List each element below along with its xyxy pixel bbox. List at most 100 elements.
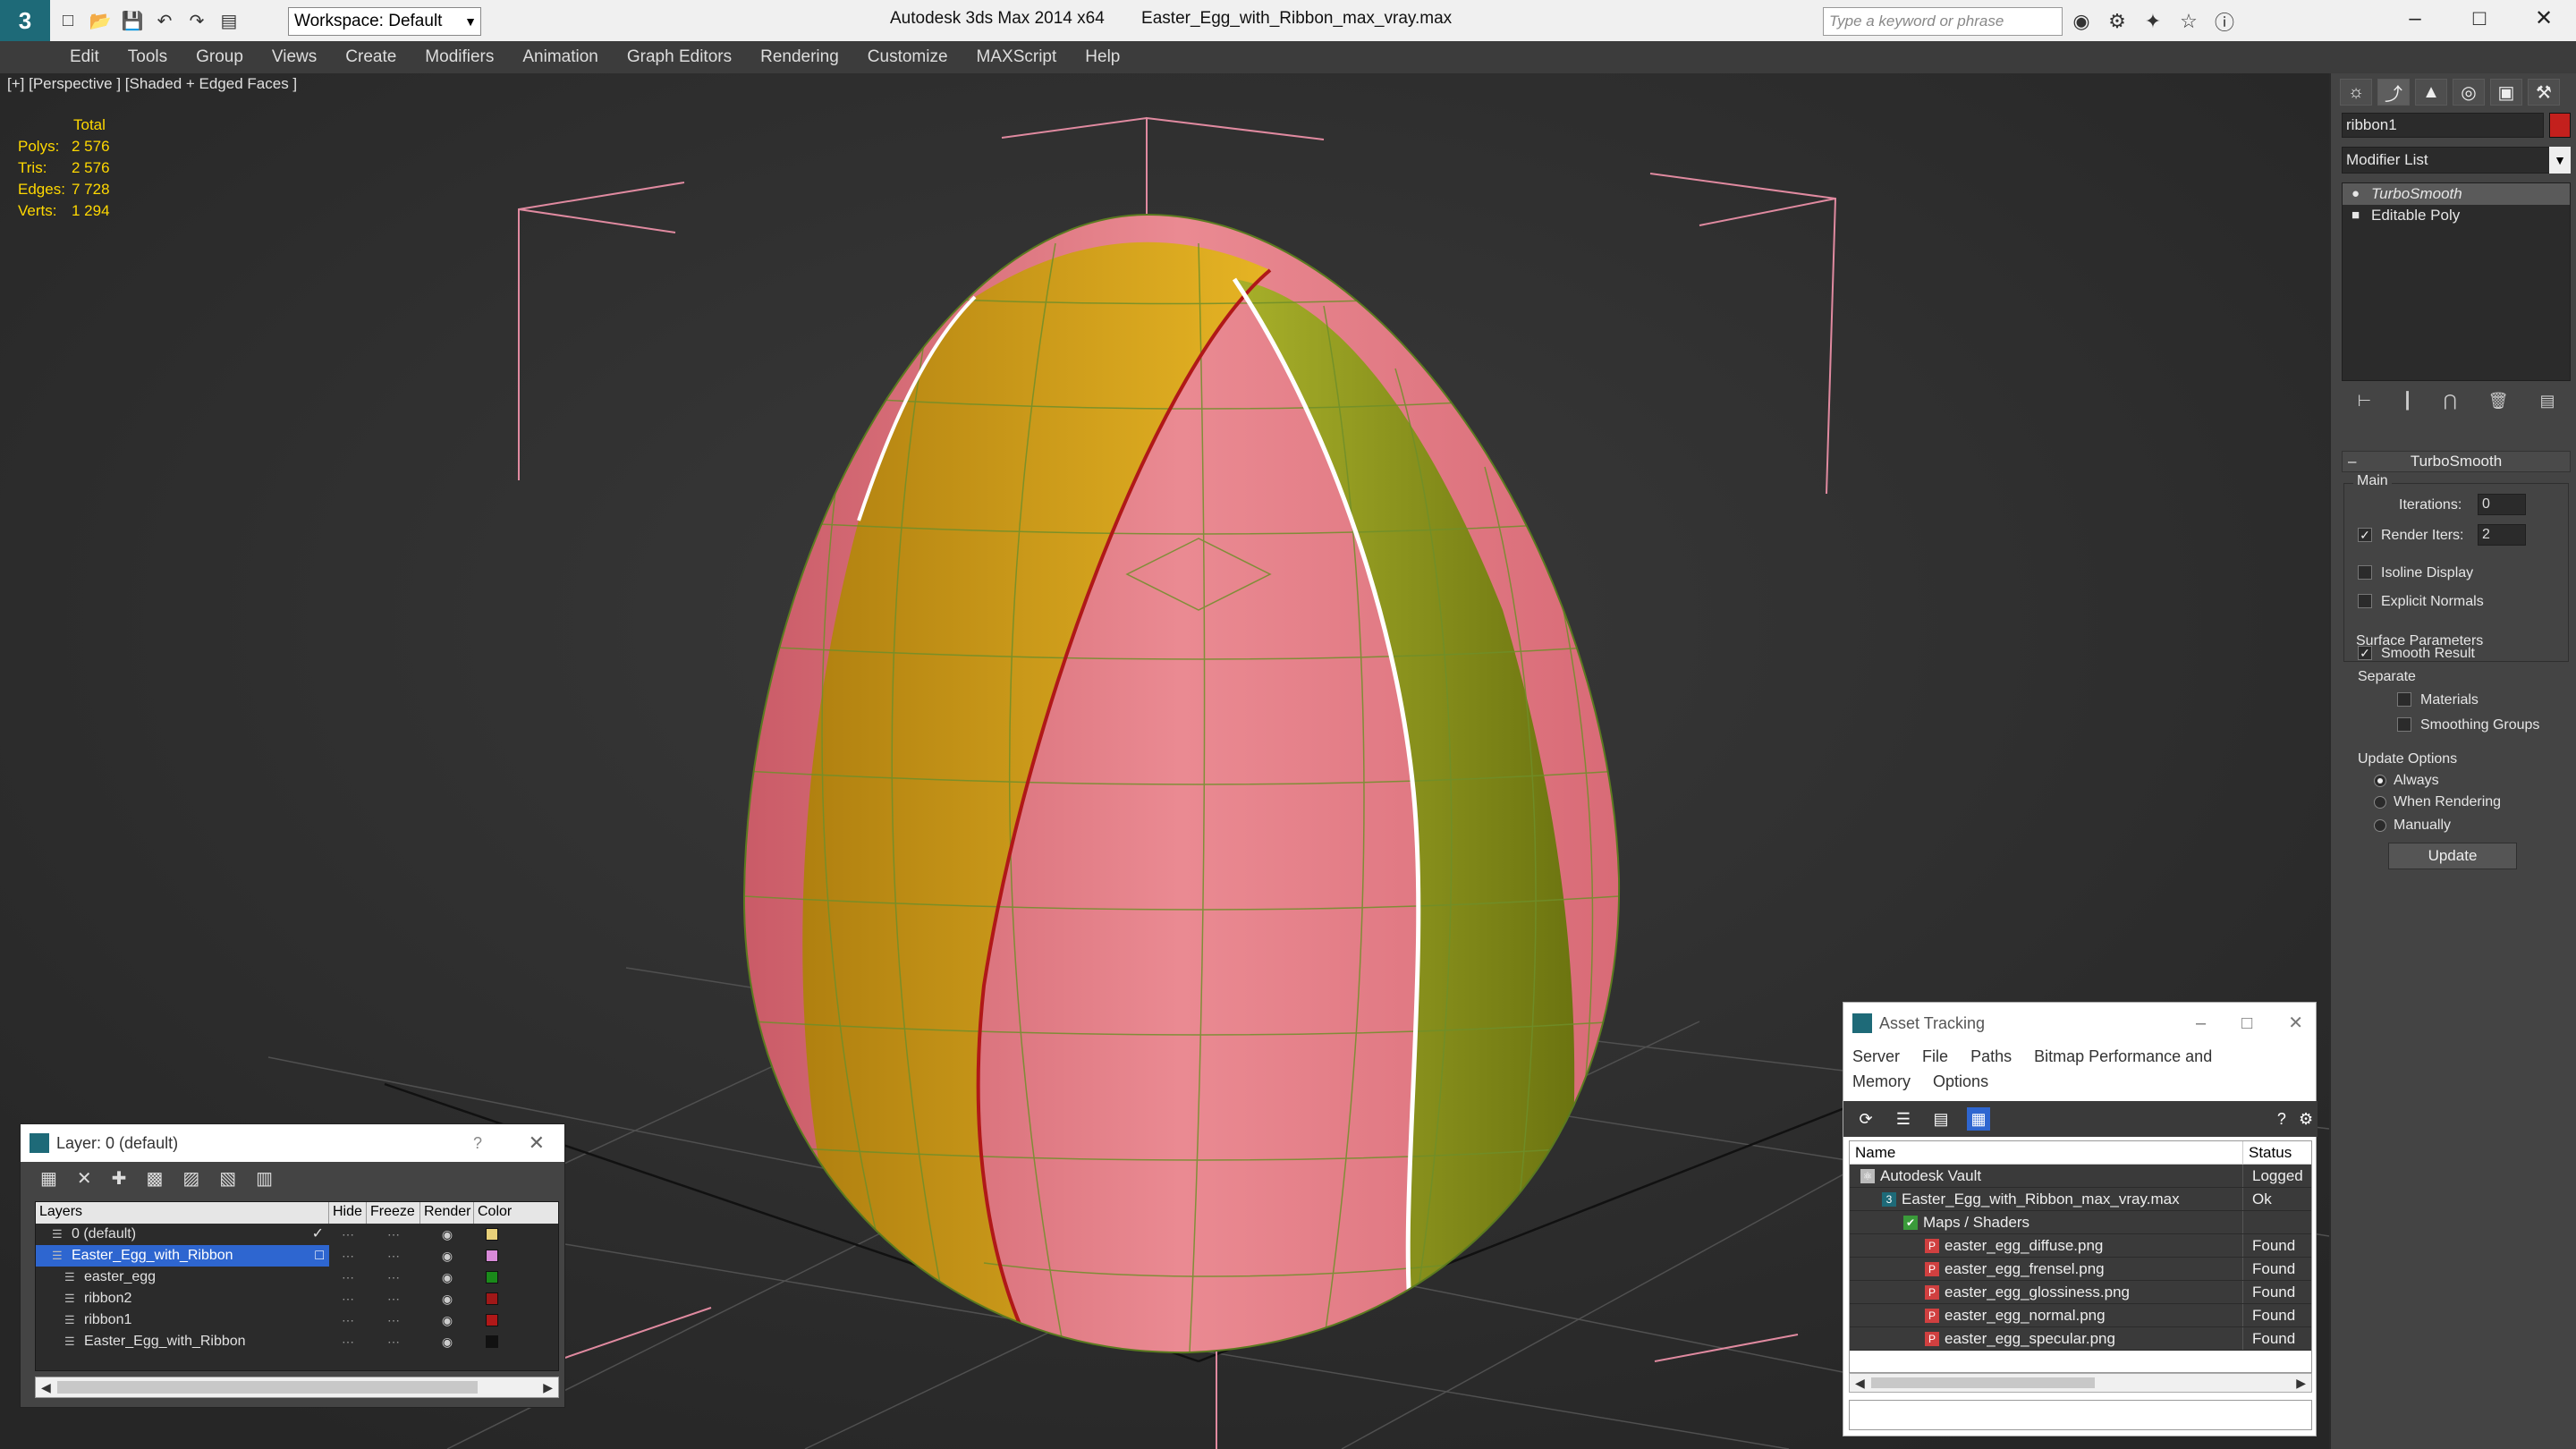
hide-toggle[interactable]: ⋯	[329, 1245, 367, 1267]
layer-name[interactable]: ☰ easter_egg	[36, 1267, 329, 1288]
isoline-display-checkbox[interactable]	[2358, 565, 2372, 580]
help-icon[interactable]: ?	[2277, 1107, 2286, 1131]
settings-icon[interactable]: ⚙	[2299, 1107, 2313, 1131]
layer-color-swatch[interactable]	[474, 1288, 510, 1309]
current-layer-marker[interactable]: □	[315, 1245, 324, 1267]
minimize-icon[interactable]: –	[2383, 0, 2447, 41]
modifier-list-dropdown[interactable]: Modifier List	[2342, 147, 2558, 174]
asset-name[interactable]: 3 Easter_Egg_with_Ribbon_max_vray.max	[1850, 1188, 2243, 1210]
asset-row[interactable]: Peaster_egg_frensel.png Found	[1850, 1258, 2311, 1281]
col-render[interactable]: Render	[420, 1202, 474, 1224]
menu-graph-editors[interactable]: Graph Editors	[627, 47, 732, 67]
render-toggle-icon[interactable]: ◉	[420, 1288, 474, 1309]
freeze-toggle[interactable]: ⋯	[367, 1288, 420, 1309]
layer-color-swatch[interactable]	[474, 1224, 510, 1245]
menu-group[interactable]: Group	[196, 47, 243, 67]
create-tab-icon[interactable]: ☼	[2340, 79, 2372, 106]
scroll-left-icon[interactable]: ◀	[41, 1377, 51, 1397]
layer-row[interactable]: ☰ 0 (default) ✓ ⋯ ⋯ ◉	[36, 1224, 558, 1245]
explicit-normals-checkbox[interactable]	[2358, 594, 2372, 608]
layer-row[interactable]: ☰ ribbon1 ⋯ ⋯ ◉	[36, 1309, 558, 1331]
menu-bitmap-performance[interactable]: Bitmap Performance and Memory	[1852, 1047, 2212, 1090]
menu-help[interactable]: Help	[1085, 47, 1120, 67]
asset-name[interactable]: Peaster_egg_glossiness.png	[1850, 1281, 2243, 1303]
select-in-layer-icon[interactable]: ▩	[146, 1167, 163, 1190]
manually-radio[interactable]	[2374, 819, 2386, 832]
freeze-toggle[interactable]: ⋯	[367, 1245, 420, 1267]
layer-horizontal-scrollbar[interactable]: ◀ ▶	[35, 1377, 559, 1398]
menu-edit[interactable]: Edit	[70, 47, 99, 67]
help-icon[interactable]: ⓘ	[2211, 7, 2238, 36]
pin-stack-icon[interactable]: ⊢	[2357, 392, 2371, 411]
col-color[interactable]: Color	[474, 1202, 513, 1224]
remove-modifier-icon[interactable]: 🗑	[2488, 392, 2509, 411]
hide-toggle[interactable]: ⋯	[329, 1224, 367, 1245]
asset-name[interactable]: ⚛ Autodesk Vault	[1850, 1165, 2243, 1187]
make-unique-icon[interactable]: ⋂	[2444, 392, 2457, 411]
layer-row[interactable]: ☰ Easter_Egg_with_Ribbon □ ⋯ ⋯ ◉	[36, 1245, 558, 1267]
workspace-dropdown[interactable]: Workspace: Default ▼	[288, 7, 481, 36]
always-radio[interactable]	[2374, 775, 2386, 787]
redo-icon[interactable]: ↷	[184, 8, 209, 33]
layer-color-swatch[interactable]	[474, 1267, 510, 1288]
delete-layer-icon[interactable]: ✕	[77, 1167, 92, 1190]
binoculars-icon[interactable]: ◉	[2068, 10, 2095, 33]
scroll-thumb[interactable]	[1871, 1377, 2095, 1388]
scroll-left-icon[interactable]: ◀	[1855, 1374, 1865, 1392]
hierarchy-tab-icon[interactable]: ▲	[2415, 79, 2447, 106]
layer-row[interactable]: ☰ Easter_Egg_with_Ribbon ⋯ ⋯ ◉	[36, 1331, 558, 1352]
hide-all-layers-icon[interactable]: ▧	[219, 1167, 236, 1190]
freeze-toggle[interactable]: ⋯	[367, 1309, 420, 1331]
layer-name[interactable]: ☰ ribbon2	[36, 1288, 329, 1309]
close-icon[interactable]: ✕	[529, 1124, 545, 1162]
stack-item-turbosmooth[interactable]: ● TurboSmooth	[2343, 183, 2570, 205]
add-to-layer-icon[interactable]: ✚	[112, 1167, 127, 1190]
hide-toggle[interactable]: ⋯	[329, 1267, 367, 1288]
configure-modifier-sets-icon[interactable]: ▤	[2539, 392, 2555, 411]
refresh-icon[interactable]: ⟳	[1854, 1107, 1877, 1131]
lightbulb-icon[interactable]: ●	[2351, 183, 2360, 205]
save-icon[interactable]: 💾	[120, 8, 145, 33]
col-hide[interactable]: Hide	[329, 1202, 367, 1224]
smooth-result-checkbox[interactable]: ✓	[2358, 646, 2372, 660]
asset-tracking-titlebar[interactable]: Asset Tracking – □ ✕	[1843, 1003, 2316, 1044]
object-name-field[interactable]: ribbon1	[2342, 113, 2544, 138]
col-name[interactable]: Name	[1850, 1141, 2243, 1164]
object-color-swatch[interactable]	[2549, 113, 2571, 138]
layer-name[interactable]: ☰ 0 (default) ✓	[36, 1224, 329, 1245]
subscription-icon[interactable]: ⚙	[2104, 10, 2131, 33]
menu-views[interactable]: Views	[272, 47, 317, 67]
scroll-right-icon[interactable]: ▶	[2296, 1374, 2306, 1392]
asset-name[interactable]: Peaster_egg_diffuse.png	[1850, 1234, 2243, 1257]
maximize-icon[interactable]: □	[2447, 0, 2512, 41]
show-end-result-icon[interactable]: ┃	[2402, 392, 2412, 411]
viewport-label[interactable]: [+] [Perspective ] [Shaded + Edged Faces…	[7, 75, 297, 93]
menu-tools[interactable]: Tools	[128, 47, 167, 67]
help-icon[interactable]: ?	[473, 1124, 482, 1162]
menu-rendering[interactable]: Rendering	[760, 47, 839, 67]
menu-customize[interactable]: Customize	[868, 47, 948, 67]
asset-horizontal-scrollbar[interactable]: ◀ ▶	[1849, 1373, 2312, 1393]
render-toggle-icon[interactable]: ◉	[420, 1245, 474, 1267]
menu-options[interactable]: Options	[1933, 1072, 1988, 1090]
scroll-right-icon[interactable]: ▶	[543, 1377, 553, 1397]
table-view-icon[interactable]: ▦	[1967, 1107, 1990, 1131]
close-icon[interactable]: ✕	[2288, 1003, 2303, 1044]
col-status[interactable]: Status	[2243, 1141, 2292, 1164]
asset-row[interactable]: Peaster_egg_diffuse.png Found	[1850, 1234, 2311, 1258]
asset-name[interactable]: Peaster_egg_specular.png	[1850, 1327, 2243, 1350]
render-toggle-icon[interactable]: ◉	[420, 1309, 474, 1331]
layer-color-swatch[interactable]	[474, 1245, 510, 1267]
smoothing-groups-checkbox[interactable]	[2397, 717, 2411, 732]
asset-row[interactable]: ⚛ Autodesk Vault Logged	[1850, 1165, 2311, 1188]
layer-row[interactable]: ☰ ribbon2 ⋯ ⋯ ◉	[36, 1288, 558, 1309]
set-current-layer-icon[interactable]: ▨	[182, 1167, 199, 1190]
asset-row[interactable]: ✔ Maps / Shaders	[1850, 1211, 2311, 1234]
layer-name[interactable]: ☰ ribbon1	[36, 1309, 329, 1331]
search-input[interactable]: Type a keyword or phrase	[1823, 7, 2063, 36]
close-icon[interactable]: ✕	[2512, 0, 2576, 41]
app-logo[interactable]: 3	[0, 0, 50, 41]
materials-checkbox[interactable]	[2397, 692, 2411, 707]
asset-path-field[interactable]	[1849, 1400, 2312, 1430]
expand-icon[interactable]: ■	[2351, 205, 2360, 226]
